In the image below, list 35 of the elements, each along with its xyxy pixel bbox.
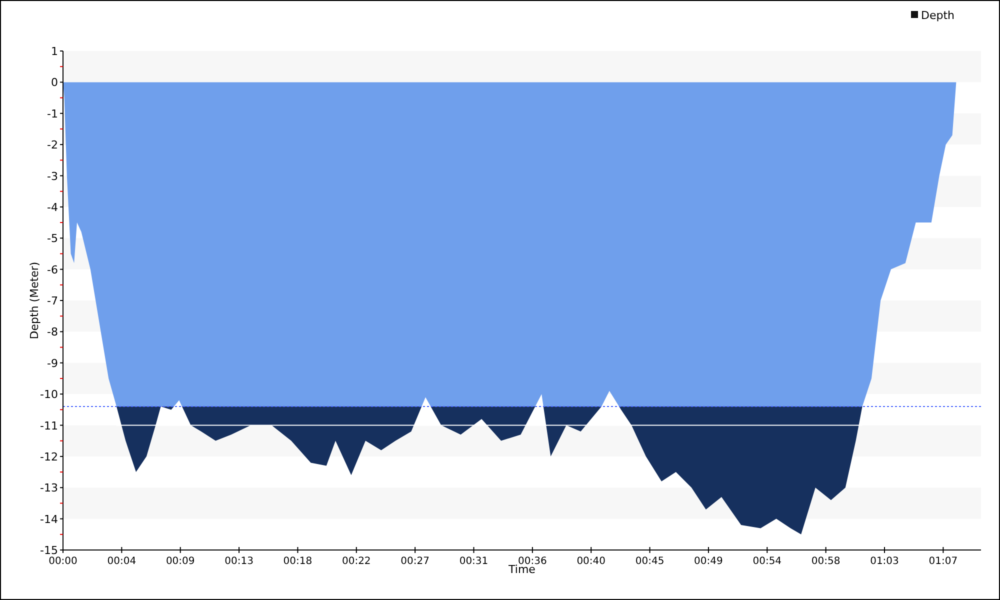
y-tick-label: -14 [40, 512, 58, 526]
x-tick-label: 00:18 [283, 556, 312, 567]
x-tick-label: 00:58 [811, 556, 840, 567]
x-tick-label: 00:00 [48, 556, 78, 567]
x-tick-label: 00:09 [166, 556, 195, 567]
x-tick-label: 00:22 [342, 556, 371, 567]
x-tick-label: 01:07 [928, 556, 958, 567]
y-axis-title: Depth (Meter) [28, 262, 41, 340]
x-tick-label: 00:04 [107, 556, 136, 567]
y-tick-label: -11 [40, 419, 58, 432]
y-tick-label: -6 [47, 263, 58, 276]
y-tick-label: -3 [47, 170, 58, 183]
y-tick-label: -7 [47, 294, 58, 308]
y-tick-label: -15 [40, 544, 58, 557]
y-tick-label: -10 [40, 388, 58, 402]
y-tick-label: -1 [47, 107, 58, 120]
x-tick-label: 00:13 [224, 556, 254, 567]
y-tick-label: -13 [40, 482, 58, 495]
x-tick-label: 00:49 [694, 556, 723, 567]
legend-marker [911, 11, 918, 18]
y-tick-label: -2 [47, 138, 58, 152]
x-tick-label: 00:40 [576, 556, 606, 567]
y-tick-label: 1 [51, 45, 58, 58]
x-tick-label: 01:03 [870, 556, 899, 567]
legend-label: Depth [921, 9, 955, 22]
y-tick-label: -8 [47, 326, 58, 339]
y-tick-label: -5 [47, 232, 58, 246]
x-tick-label: 00:31 [459, 556, 488, 567]
y-tick-label: -4 [47, 200, 58, 214]
y-tick-label: -12 [40, 450, 58, 464]
y-tick-label: 0 [51, 76, 58, 90]
x-tick-label: 00:45 [635, 556, 664, 567]
y-tick-label: -9 [47, 356, 58, 370]
x-tick-label: 00:27 [400, 556, 430, 567]
x-tick-label: 00:54 [752, 556, 782, 567]
